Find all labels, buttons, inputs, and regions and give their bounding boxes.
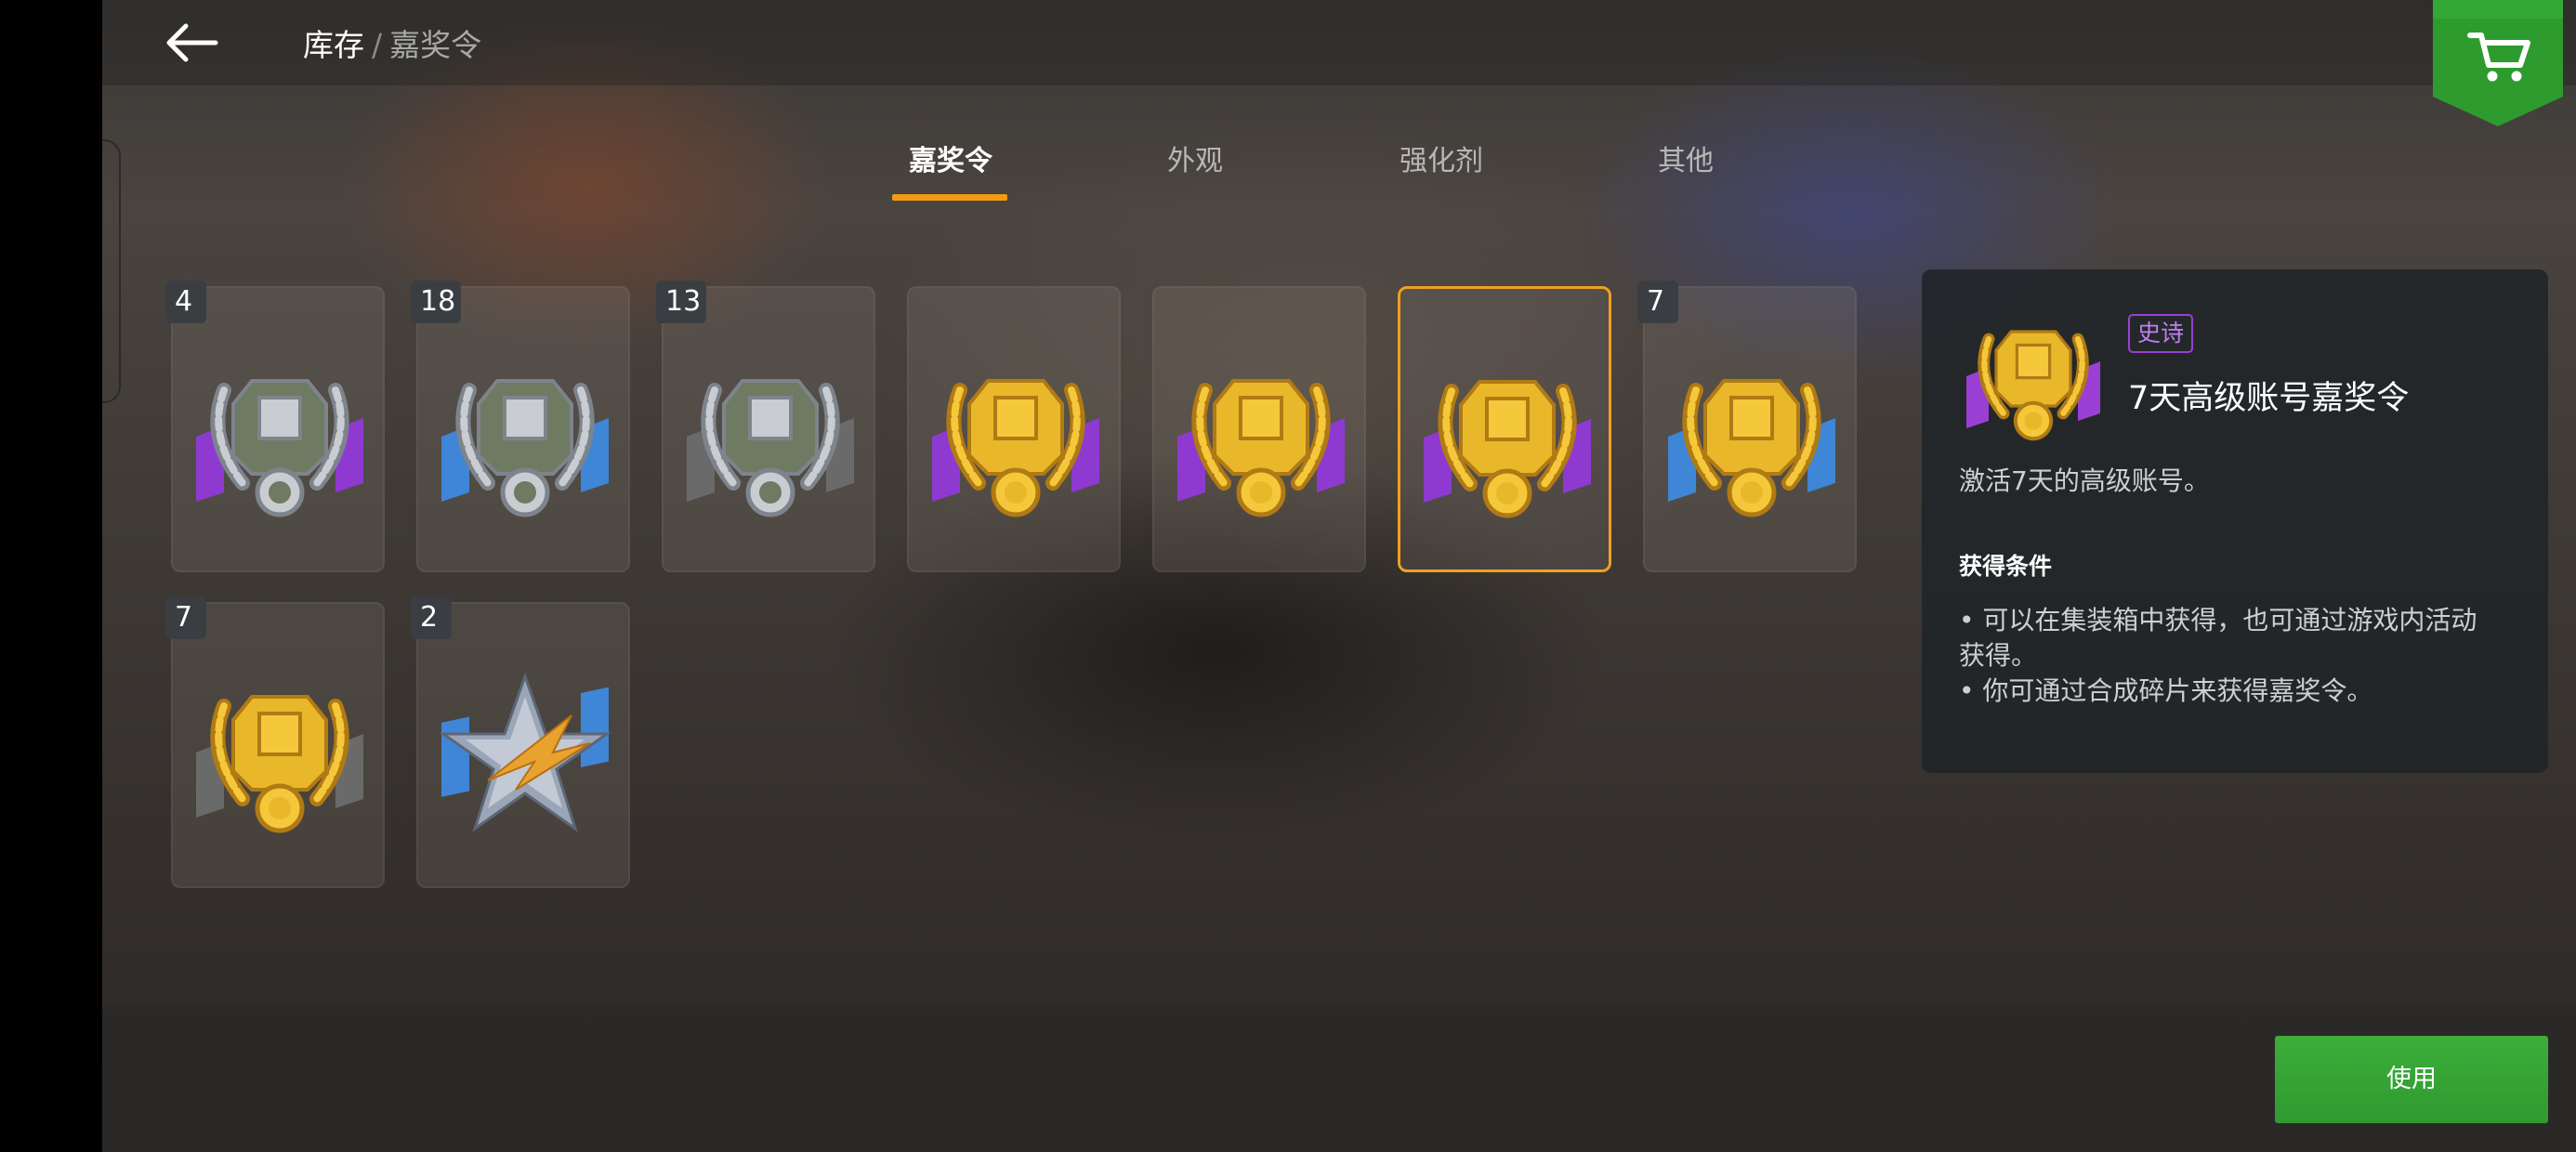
cart-icon [2433,0,2563,126]
condition-line: 获得。 [1959,640,2038,671]
rarity-badge: 史诗 [2128,314,2194,353]
gold-laurel-medal-icon [923,353,1109,520]
condition-line: • 你可通过合成碎片来获得嘉奖令。 [1959,675,2373,706]
item-count-badge: 2 [411,596,452,639]
inventory-item-card[interactable]: 13 [656,281,875,572]
breadcrumb-separator: / [372,27,383,63]
inventory-item-card[interactable] [1398,286,1611,572]
inventory-item-card[interactable]: 7 [1637,281,1857,572]
back-button[interactable] [158,17,223,69]
silver-laurel-medal-icon [677,353,863,520]
breadcrumb-current: 嘉奖令 [389,27,482,63]
conditions-heading: 获得条件 [1959,553,2053,580]
breadcrumb-root[interactable]: 库存 [303,27,364,63]
inventory-item-card[interactable] [907,286,1121,572]
gold-laurel-medal-icon [187,669,373,836]
tab-other[interactable]: 其他 [1658,137,1714,178]
gold-laurel-medal-icon [1168,353,1354,520]
inventory-item-card[interactable]: 18 [411,281,630,572]
use-button[interactable]: 使用 [2275,1036,2548,1123]
back-arrow-icon [166,23,218,62]
silver-laurel-medal-icon [187,353,373,520]
item-detail-panel: 史诗 7天高级账号嘉奖令 激活7天的高级账号。 获得条件 • 可以在集装箱中获得… [1922,269,2548,773]
active-tab-indicator [892,194,1007,201]
top-bar: 库存 / 嘉奖令 [102,0,2576,85]
inventory-item-card[interactable]: 7 [165,596,385,888]
inventory-item-card[interactable]: 4 [165,281,385,572]
screen-edge-decoration [102,139,121,403]
inventory-item-card[interactable] [1152,286,1366,572]
gold-laurel-medal-icon [1659,353,1845,520]
inventory-screen: 库存 / 嘉奖令 嘉奖令 外观 强化剂 其他 4 18 13 7 7 2 史诗 … [102,0,2576,1152]
gold-laurel-medal-icon [1414,354,1600,521]
inventory-item-card[interactable]: 2 [411,596,630,888]
item-count-badge: 13 [656,281,707,323]
item-count-badge: 4 [165,281,206,323]
tab-appearance[interactable]: 外观 [1167,137,1223,178]
tab-commendations[interactable]: 嘉奖令 [909,137,992,178]
tab-boosters[interactable]: 强化剂 [1400,137,1483,178]
item-count-badge: 7 [1637,281,1678,323]
silver-laurel-medal-icon [432,353,618,520]
shop-cart-button[interactable] [2433,0,2563,126]
item-description: 激活7天的高级账号。 [1959,465,2210,496]
star-badge-icon [432,669,618,836]
breadcrumb: 库存 / 嘉奖令 [303,20,481,65]
item-count-badge: 7 [165,596,206,639]
bottom-bar [102,1006,2576,1152]
item-title: 7天高级账号嘉奖令 [2128,380,2410,417]
detail-medal-icon [1959,307,2108,446]
item-count-badge: 18 [411,281,462,323]
condition-line: • 可以在集装箱中获得，也可通过游戏内活动 [1959,605,2477,635]
